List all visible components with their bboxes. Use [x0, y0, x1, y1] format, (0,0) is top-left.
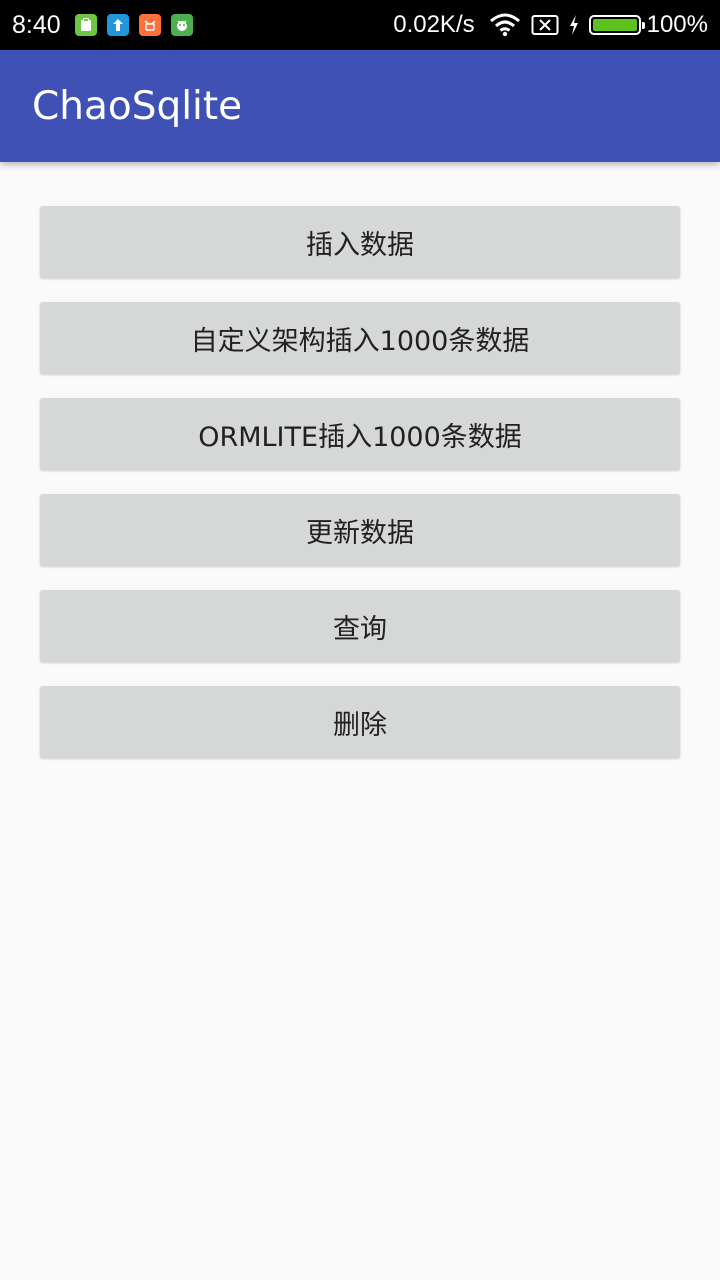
network-speed: 0.02K/s — [393, 11, 475, 38]
wifi-icon — [489, 13, 521, 37]
clipboard-icon — [74, 14, 97, 36]
app-bar: ChaoSqlite — [0, 50, 720, 162]
ormlite-insert-1000-button[interactable]: ORMLITE插入1000条数据 — [40, 398, 680, 470]
status-time: 8:40 — [12, 10, 61, 39]
app-title: ChaoSqlite — [32, 83, 243, 129]
battery-percent: 100% — [646, 11, 708, 38]
android-face-icon — [170, 14, 193, 36]
button-list: 插入数据 自定义架构插入1000条数据 ORMLITE插入1000条数据 更新数… — [40, 206, 680, 782]
update-data-button[interactable]: 更新数据 — [40, 494, 680, 566]
battery-level — [592, 19, 637, 31]
mi-icon — [138, 14, 161, 36]
charging-icon — [569, 14, 579, 36]
query-button[interactable]: 查询 — [40, 590, 680, 662]
status-indicators: 0.02K/s 100% — [393, 11, 708, 39]
custom-insert-1000-button[interactable]: 自定义架构插入1000条数据 — [40, 302, 680, 374]
insert-data-button[interactable]: 插入数据 — [40, 206, 680, 278]
status-bar: 8:40 0.02K/s 100% — [0, 0, 720, 50]
no-sim-icon — [531, 14, 559, 36]
upload-icon — [106, 14, 129, 36]
delete-button[interactable]: 删除 — [40, 686, 680, 758]
battery-icon — [588, 15, 645, 35]
